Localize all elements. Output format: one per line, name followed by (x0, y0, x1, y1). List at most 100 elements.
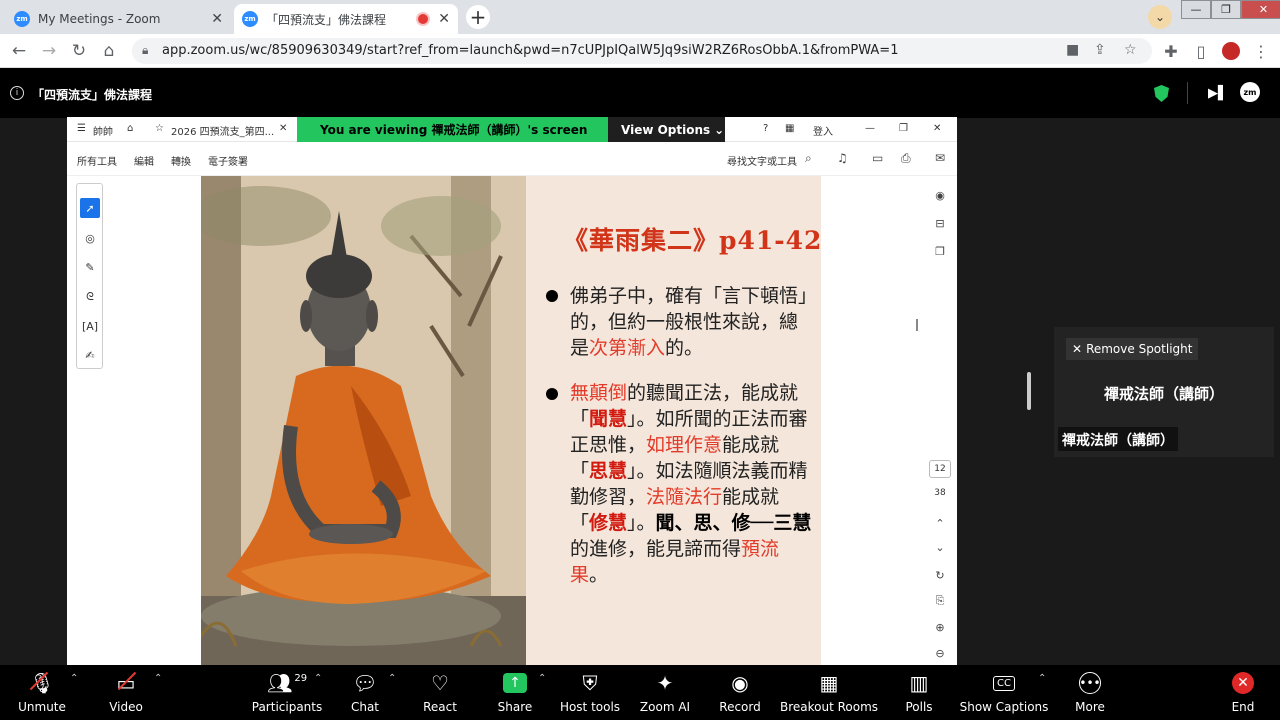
text-segment: 。 (589, 564, 609, 586)
share-button[interactable]: ↑ Share (492, 669, 538, 717)
site-info-icon[interactable]: 🔒︎ (142, 43, 148, 58)
shared-help-icon: ? (763, 123, 769, 134)
slide-title: 《華雨集二》p41-42 (563, 226, 821, 255)
tab-my-meetings[interactable]: zm My Meetings - Zoom ✕ (6, 4, 231, 34)
video-label: Video (109, 700, 143, 714)
show-captions-button[interactable]: CC Show Captions (960, 669, 1048, 717)
unmute-label: Unmute (18, 700, 66, 714)
profile-avatar[interactable] (1220, 40, 1242, 62)
react-button[interactable]: ♡ React (418, 669, 462, 717)
browser-menu-icon[interactable]: ⋮ (1250, 40, 1272, 62)
video-button[interactable]: ▭ Video (100, 669, 152, 717)
shared-tab-close-icon: ✕ (279, 123, 288, 134)
chevron-down-icon: ⌄ (714, 122, 725, 137)
shared-menu-label: 帥帥 (93, 127, 113, 138)
tab-title: 「四預流支」佛法課程 (266, 12, 387, 27)
scroll-indicator (916, 319, 918, 331)
new-tab-button[interactable]: + (466, 5, 490, 29)
slide-paragraph-2: 無顛倒的聽聞正法，能成就「聞慧」。如所聞的正法而審正思惟，如理作意能成就「思慧」… (570, 380, 815, 588)
spotlight-video-tile[interactable]: ✕ Remove Spotlight 禪戒法師（講師） 禪戒法師（講師） (1054, 327, 1274, 457)
share-chevron-icon[interactable]: ⌃ (538, 673, 546, 684)
chat-bubble-icon: 💬︎ (352, 671, 378, 695)
zoom-favicon-icon: zm (242, 11, 258, 27)
back-arrow-icon[interactable]: ← (8, 40, 30, 62)
view-options-button[interactable]: View Options ⌄ (608, 117, 725, 142)
meeting-title: 「四預流支」佛法課程 (32, 88, 153, 102)
close-tab-icon[interactable]: ✕ (438, 11, 450, 27)
record-button[interactable]: ◉ Record (716, 669, 764, 717)
chat-button[interactable]: 💬︎ Chat (342, 669, 388, 717)
minimize-button[interactable]: — (1181, 0, 1211, 19)
slide-paragraph-1: 佛弟子中，確有「言下頓悟」的，但約一般根性來說，總是次第漸入的。 (570, 283, 815, 361)
shared-mail-icon: ✉ (935, 151, 946, 165)
grid-icon: ▦ (819, 671, 839, 695)
more-dots-icon: ••• (1079, 669, 1101, 697)
bullet-icon (546, 290, 558, 302)
host-tools-button[interactable]: ⛨ Host tools (560, 669, 620, 717)
pdf-slide: 《華雨集二》p41-42 佛弟子中，確有「言下頓悟」的，但約一般根性來說，總是次… (201, 176, 821, 665)
meeting-header: i 「四預流支」佛法課程 ▶▌ zm (0, 68, 1280, 118)
camera-icon[interactable]: ■ (1066, 42, 1079, 58)
text-emphasis: 思慧 (589, 460, 628, 482)
bookmark-star-icon[interactable]: ☆ (1124, 42, 1137, 58)
chat-chevron-icon[interactable]: ⌃ (388, 673, 396, 684)
participants-button[interactable]: 👥︎ 29 Participants (252, 669, 323, 717)
close-tab-icon[interactable]: ✕ (211, 11, 223, 27)
participants-count: 29 (294, 672, 308, 684)
forward-arrow-icon[interactable]: → (38, 40, 60, 62)
reload-icon[interactable]: ↻ (68, 40, 90, 62)
video-options-chevron-icon[interactable]: ⌃ (154, 673, 162, 684)
sparkle-icon: ✦ (656, 671, 674, 695)
audio-options-chevron-icon[interactable]: ⌃ (70, 673, 78, 684)
polls-button[interactable]: ▥ Polls (898, 669, 940, 717)
panel-resize-handle[interactable] (1027, 372, 1031, 410)
shared-copy-icon: ❐ (935, 244, 945, 258)
exit-view-icon[interactable]: ▶▌ (1208, 86, 1228, 101)
comment-icon: ◎ (85, 231, 95, 245)
shared-apps-icon: ▦ (785, 123, 795, 134)
buddha-illustration (201, 176, 526, 665)
breakout-rooms-button[interactable]: ▦ Breakout Rooms (780, 669, 878, 717)
share-page-icon[interactable]: ⇪ (1094, 42, 1106, 58)
participants-chevron-icon[interactable]: ⌃ (314, 673, 322, 684)
end-button[interactable]: ✕ End (1222, 669, 1264, 717)
highlighter-icon: ✎ (85, 260, 95, 274)
restore-button[interactable]: ❐ (1211, 0, 1241, 19)
shared-search-icon: ⌕ (805, 151, 812, 165)
sign-icon: ✍ (85, 348, 95, 362)
close-window-button[interactable]: ✕ (1241, 0, 1280, 19)
more-button[interactable]: ••• More (1068, 669, 1112, 717)
polls-label: Polls (905, 700, 933, 714)
remove-spotlight-button[interactable]: ✕ Remove Spotlight (1066, 338, 1199, 360)
text-segment: 的進修，能見諦而得 (570, 538, 742, 560)
address-bar[interactable]: 🔒︎ app.zoom.us/wc/85909630349/start?ref_… (132, 38, 1152, 64)
extensions-puzzle-icon[interactable]: ✚ (1160, 40, 1182, 62)
text-highlight: 次第漸入 (589, 337, 666, 359)
zoom-ai-button[interactable]: ✦ Zoom AI (638, 669, 692, 717)
page-up-icon: ⌃ (935, 516, 945, 530)
bullet-icon (546, 388, 558, 400)
shared-menu-edit: 編輯 (134, 157, 154, 168)
shared-app-toolbar: 所有工具 編輯 轉換 電子簽署 尋找文字或工具 ⌕ ♫ ▭ ⎙ ✉ (67, 142, 957, 176)
share-label: Share (497, 700, 533, 714)
zoom-ai-label: Zoom AI (639, 700, 691, 714)
home-icon[interactable]: ⌂ (98, 40, 120, 62)
shared-home-icon: ⌂ (127, 123, 134, 134)
unmute-button[interactable]: 🎙︎ Unmute (14, 669, 70, 717)
text-highlight: 如理作意 (646, 434, 723, 456)
meeting-info-icon[interactable]: i (10, 86, 24, 100)
text-highlight: 無顛倒 (570, 382, 628, 404)
select-cursor-icon: ➚ (80, 198, 100, 218)
hamburger-icon: ☰ (77, 123, 86, 134)
tab-course[interactable]: zm 「四預流支」佛法課程 ✕ (234, 4, 458, 34)
captions-chevron-icon[interactable]: ⌃ (1038, 673, 1046, 684)
zoom-in-icon: ⊕ (935, 620, 945, 634)
tab-search-chevron-icon[interactable]: ⌄ (1148, 5, 1172, 29)
encryption-shield-icon[interactable] (1154, 85, 1169, 102)
breakout-label: Breakout Rooms (779, 700, 879, 714)
end-label: End (1231, 700, 1255, 714)
browser-tab-strip: zm My Meetings - Zoom ✕ zm 「四預流支」佛法課程 ✕ … (0, 0, 1280, 34)
shared-audio-icon: ♫ (837, 151, 848, 165)
side-panel-icon[interactable]: ▯ (1190, 40, 1212, 62)
zoom-logo-icon[interactable]: zm (1240, 82, 1260, 102)
